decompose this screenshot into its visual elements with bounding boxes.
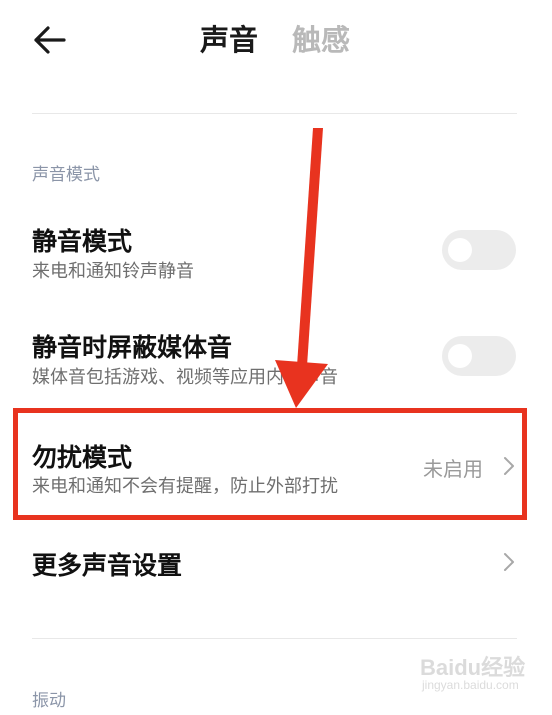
mute-media-toggle[interactable] (442, 336, 516, 376)
baidu-jingyan-watermark: Baidu经验 jingyan.baidu.com (420, 650, 540, 698)
section-title-sound-mode: 声音模式 (32, 165, 100, 185)
tab-haptics[interactable]: 触感 (292, 20, 350, 60)
section-title-vibration: 振动 (32, 691, 66, 711)
setting-title: 静音时屏蔽媒体音 (32, 333, 233, 362)
setting-row-silent-mode[interactable]: 静音模式 来电和通知铃声静音 (0, 212, 552, 290)
watermark-url: jingyan.baidu.com (422, 678, 519, 692)
setting-title: 更多声音设置 (32, 551, 183, 580)
silent-mode-toggle[interactable] (442, 230, 516, 270)
divider (32, 113, 517, 114)
toggle-knob (448, 238, 472, 262)
arrow-left-icon (34, 26, 66, 54)
back-button[interactable] (30, 22, 70, 58)
setting-row-more-sound[interactable]: 更多声音设置 (0, 536, 552, 592)
tab-sound[interactable]: 声音 (200, 20, 258, 60)
setting-title: 静音模式 (32, 227, 133, 256)
setting-subtitle: 来电和通知铃声静音 (32, 261, 194, 282)
chevron-right-icon (504, 553, 514, 571)
setting-row-mute-media[interactable]: 静音时屏蔽媒体音 媒体音包括游戏、视频等应用内的声音 (0, 318, 552, 396)
setting-subtitle: 媒体音包括游戏、视频等应用内的声音 (32, 367, 338, 388)
divider (32, 638, 517, 639)
highlight-box (13, 408, 527, 520)
toggle-knob (448, 344, 472, 368)
header: 声音 触感 (0, 0, 552, 90)
